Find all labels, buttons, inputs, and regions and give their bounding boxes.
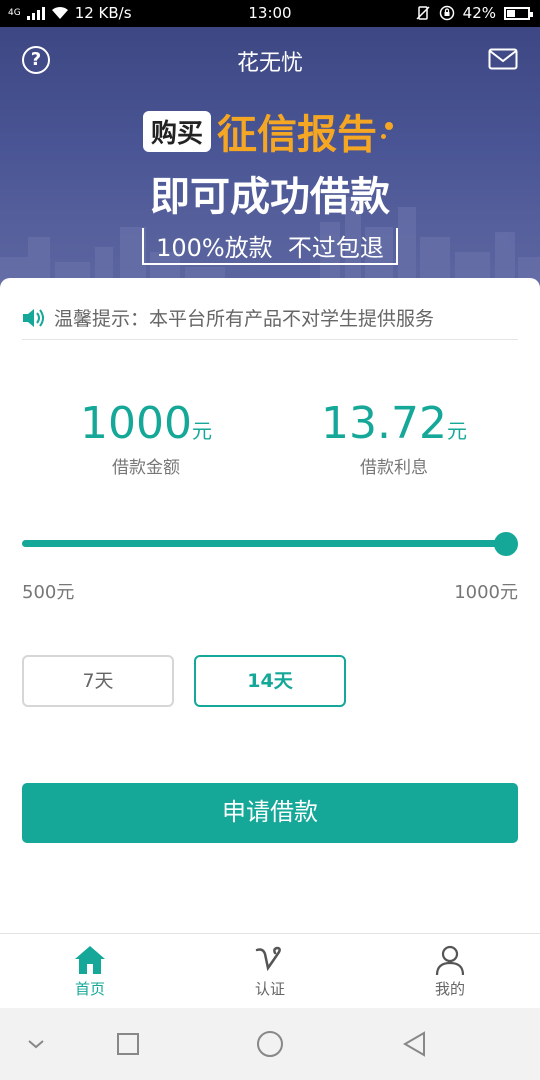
credit-report-highlight: 征信报告: [217, 112, 377, 158]
system-nav-bar: [0, 1008, 540, 1080]
tab-home[interactable]: 首页: [20, 944, 160, 999]
slider-min-label: 500元: [22, 582, 75, 603]
buy-tag: 购买: [142, 110, 211, 152]
bottom-tab-bar: 首页 认证 我的: [0, 933, 540, 1008]
tab-home-label: 首页: [74, 980, 105, 998]
promo-subline: 100%放款 不过包退: [142, 228, 398, 265]
speaker-icon: [23, 308, 44, 327]
battery-icon: [504, 6, 533, 20]
term-7-days-button[interactable]: 7天: [22, 655, 174, 707]
notice-text: 温馨提示：本平台所有产品不对学生提供服务: [54, 308, 435, 330]
home-icon: [75, 946, 105, 974]
promo-headline: 即可成功借款: [150, 174, 390, 220]
tab-mine[interactable]: 我的: [380, 944, 520, 999]
promo-banner: 购买 征信报告 即可成功借款 100%放款 不过包退: [0, 102, 540, 265]
recent-apps-square-icon[interactable]: [116, 1030, 140, 1058]
slider-max-label: 1000元: [454, 582, 518, 603]
loan-amount-value: 1000: [80, 398, 192, 449]
loan-interest-value: 13.72: [321, 398, 447, 449]
tab-verify[interactable]: 认证: [200, 944, 340, 999]
status-bar: 4G 12 KB/s 13:00 42%: [0, 0, 540, 27]
loan-amount: 1000元 借款金额: [26, 398, 266, 478]
notice-bar: 温馨提示：本平台所有产品不对学生提供服务: [22, 296, 518, 340]
home-circle-icon[interactable]: [256, 1030, 284, 1058]
tab-verify-label: 认证: [254, 980, 285, 998]
loan-interest-label: 借款利息: [360, 458, 428, 478]
back-triangle-icon[interactable]: [402, 1030, 428, 1058]
slider-fill: [22, 540, 506, 547]
loan-card: 温馨提示：本平台所有产品不对学生提供服务 1000元 借款金额 13.72元 借…: [0, 278, 540, 933]
term-14-days-button[interactable]: 14天: [194, 655, 346, 707]
amount-slider[interactable]: [22, 532, 518, 556]
header-banner: ? 花无忧 购买 征信报告 即可成功借款 100%放款 不过包退: [0, 27, 540, 297]
rotation-lock-icon: [439, 5, 454, 21]
loan-amount-label: 借款金额: [112, 458, 180, 478]
promo-line-1: 购买 征信报告: [0, 102, 540, 160]
user-icon: [435, 945, 465, 976]
status-right: 42%: [415, 4, 533, 22]
chevron-down-icon[interactable]: [26, 1030, 46, 1058]
loan-interest: 13.72元 借款利息: [274, 398, 514, 478]
battery-percent: 42%: [462, 4, 496, 22]
app-title: 花无忧: [236, 51, 303, 76]
verify-v-icon: [255, 946, 281, 972]
envelope-icon: [488, 48, 518, 70]
sparkle-dots-icon: [381, 116, 397, 146]
loan-interest-unit: 元: [446, 419, 467, 443]
mail-button[interactable]: [488, 48, 518, 70]
slider-thumb[interactable]: [494, 532, 518, 556]
loan-amount-unit: 元: [191, 419, 212, 443]
apply-loan-button[interactable]: 申请借款: [22, 783, 518, 843]
tab-mine-label: 我的: [434, 980, 465, 998]
vibrate-icon: [416, 6, 430, 20]
